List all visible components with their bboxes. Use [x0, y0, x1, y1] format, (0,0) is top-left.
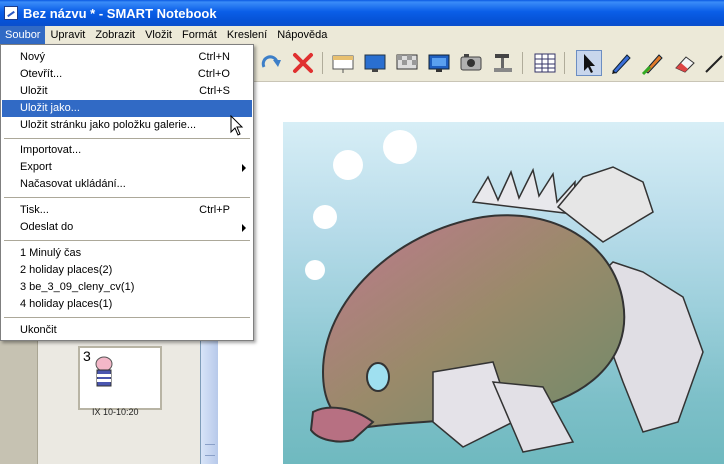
dual-display-icon[interactable]	[426, 50, 452, 76]
delete-icon[interactable]	[290, 50, 316, 76]
app-icon	[4, 6, 18, 20]
menu-item-recent-4[interactable]: 4 holiday places(1)	[2, 296, 252, 313]
redo-icon[interactable]	[258, 50, 284, 76]
toolbar	[254, 44, 724, 82]
screen-shade-icon[interactable]	[330, 50, 356, 76]
creative-pen-icon[interactable]	[640, 50, 666, 76]
select-icon[interactable]	[576, 50, 602, 76]
menu-kresleni[interactable]: Kreslení	[222, 26, 272, 44]
submenu-arrow-icon	[242, 164, 246, 172]
file-menu-dropdown: Nový Ctrl+N Otevřít... Ctrl+O Uložit Ctrl+S…	[0, 44, 254, 341]
pig-icon	[95, 356, 113, 387]
menu-separator	[4, 240, 250, 241]
document-camera-icon[interactable]	[490, 50, 516, 76]
menu-zobrazit[interactable]: Zobrazit	[90, 26, 140, 44]
menu-item-send-to[interactable]: Odeslat do	[2, 219, 252, 236]
side-tab-strip	[0, 340, 38, 464]
page-label: IX 10-10:20	[92, 407, 139, 417]
title-bar: Bez názvu * - SMART Notebook	[0, 0, 724, 26]
menu-item-schedule-save[interactable]: Načasovat ukládání...	[2, 176, 252, 193]
menu-item-exit[interactable]: Ukončit	[2, 322, 252, 339]
menu-item-save-page-gallery[interactable]: Uložit stránku jako položku galerie...	[2, 117, 252, 134]
page-sorter-panel: 3 IX 10-10:20	[0, 340, 200, 464]
notebook-canvas[interactable]	[218, 82, 724, 464]
menu-napoveda[interactable]: Nápověda	[272, 26, 332, 44]
menu-item-open[interactable]: Otevřít... Ctrl+O	[2, 66, 252, 83]
screen-capture-icon[interactable]	[458, 50, 484, 76]
full-screen-icon[interactable]	[362, 50, 388, 76]
page-number: 3	[83, 348, 91, 364]
menu-item-save[interactable]: Uložit Ctrl+S	[2, 83, 252, 100]
menu-vlozit[interactable]: Vložit	[140, 26, 177, 44]
menu-item-print[interactable]: Tisk... Ctrl+P	[2, 202, 252, 219]
menu-separator	[4, 317, 250, 318]
menu-separator	[4, 197, 250, 198]
table-icon[interactable]	[532, 50, 558, 76]
line-icon[interactable]	[702, 50, 724, 76]
menu-upravit[interactable]: Upravit	[45, 26, 90, 44]
menu-soubor[interactable]: Soubor	[0, 26, 46, 44]
menu-item-import[interactable]: Importovat...	[2, 142, 252, 159]
window-title: Bez názvu * - SMART Notebook	[23, 5, 217, 21]
menu-item-new[interactable]: Nový Ctrl+N	[2, 49, 252, 66]
pen-icon[interactable]	[608, 50, 634, 76]
scrollbar-grip[interactable]	[205, 444, 215, 456]
eraser-icon[interactable]	[672, 50, 698, 76]
transparent-bg-icon[interactable]	[394, 50, 420, 76]
menu-item-recent-1[interactable]: 1 Minulý čas	[2, 245, 252, 262]
menu-item-save-as[interactable]: Uložit jako...	[2, 100, 252, 117]
submenu-arrow-icon	[242, 224, 246, 232]
menu-item-recent-3[interactable]: 3 be_3_09_cleny_cv(1)	[2, 279, 252, 296]
menu-bar: Soubor Upravit Zobrazit Vložit Formát Kr…	[0, 26, 724, 44]
menu-format[interactable]: Formát	[177, 26, 222, 44]
menu-separator	[4, 138, 250, 139]
menu-item-recent-2[interactable]: 2 holiday places(2)	[2, 262, 252, 279]
fish-image[interactable]	[283, 122, 724, 464]
mouse-cursor-icon	[230, 115, 244, 136]
menu-item-export[interactable]: Export	[2, 159, 252, 176]
page-sorter-scrollbar[interactable]	[200, 340, 218, 464]
